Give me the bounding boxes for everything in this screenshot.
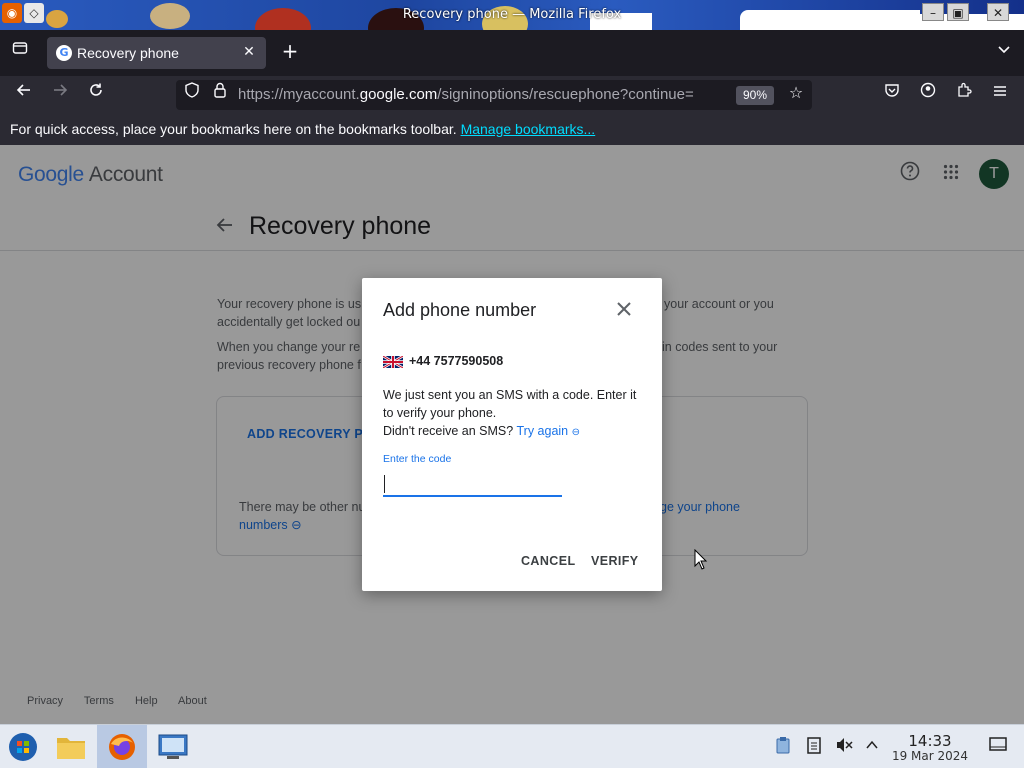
- uk-flag-icon: [383, 356, 403, 368]
- back-icon[interactable]: [10, 81, 38, 109]
- window-title: Recovery phone — Mozilla Firefox: [402, 7, 622, 22]
- external-link-icon: ⊖: [571, 427, 581, 438]
- muted-speaker-icon[interactable]: [834, 736, 854, 758]
- manage-bookmarks-link[interactable]: Manage bookmarks...: [461, 121, 596, 137]
- minimize-button[interactable]: –: [922, 3, 944, 21]
- text-caret: [384, 475, 385, 493]
- resend-prompt: Didn't receive an SMS?: [383, 424, 514, 438]
- tray-expand-icon[interactable]: [862, 736, 882, 758]
- account-icon[interactable]: [914, 81, 942, 109]
- taskbar: 14:33 19 Mar 2024: [0, 724, 1024, 768]
- forward-icon[interactable]: [46, 81, 74, 109]
- url-prefix: https://myaccount.: [238, 86, 360, 103]
- file-manager-icon[interactable]: [48, 725, 94, 768]
- tab-title: Recovery phone: [77, 45, 179, 61]
- add-phone-dialog: Add phone number +44 7577590508 We just …: [362, 278, 662, 591]
- close-icon[interactable]: [612, 298, 636, 322]
- maximize-button[interactable]: ▣: [947, 3, 969, 21]
- reload-icon[interactable]: [82, 81, 110, 109]
- bookmark-star-icon[interactable]: ☆: [782, 81, 810, 109]
- tracking-protection-shield-icon[interactable]: [178, 81, 206, 109]
- zoom-level-badge[interactable]: 90%: [736, 86, 774, 105]
- try-again-link[interactable]: Try again ⊖: [516, 424, 580, 438]
- close-window-button[interactable]: ✕: [987, 3, 1009, 21]
- system-settings-icon[interactable]: [150, 725, 196, 768]
- tab-bar: G Recovery phone ✕ +: [0, 30, 1024, 76]
- tab-recovery-phone[interactable]: G Recovery phone ✕: [47, 37, 266, 69]
- phone-number: +44 7577590508: [409, 354, 504, 368]
- navigation-bar: https://myaccount.google.com/signinoptio…: [0, 76, 1024, 114]
- firefox-taskbar-icon[interactable]: [97, 725, 147, 768]
- clock-time[interactable]: 14:33: [890, 732, 970, 750]
- verify-button[interactable]: VERIFY: [591, 554, 639, 568]
- window-titlebar: ◉ ◇ Recovery phone — Mozilla Firefox – ▣…: [0, 0, 1024, 30]
- url-text[interactable]: https://myaccount.google.com/signinoptio…: [238, 86, 726, 103]
- menu-hamburger-icon[interactable]: [986, 81, 1014, 109]
- url-path: /signinoptions/rescuephone?continue=: [437, 86, 694, 103]
- url-host: google.com: [359, 86, 438, 103]
- show-desktop-icon[interactable]: [988, 736, 1008, 758]
- extensions-icon[interactable]: [950, 81, 978, 109]
- bookmarks-hint-text: For quick access, place your bookmarks h…: [10, 121, 457, 137]
- tab-close-icon[interactable]: ✕: [238, 41, 260, 63]
- dialog-title: Add phone number: [383, 300, 537, 320]
- page-content: Google Account T Recovery phone Your reco…: [0, 145, 1024, 724]
- sms-message: We just sent you an SMS with a code. Ent…: [383, 386, 645, 442]
- mouse-pointer-icon: [694, 549, 708, 570]
- lock-icon[interactable]: [206, 81, 234, 109]
- clock-date[interactable]: 19 Mar 2024: [885, 749, 975, 763]
- clipboard-tray-icon[interactable]: [773, 736, 793, 758]
- url-bar[interactable]: https://myaccount.google.com/signinoptio…: [176, 80, 812, 110]
- firefox-view-icon[interactable]: [6, 39, 34, 67]
- code-field-label: Enter the code: [383, 453, 452, 465]
- cancel-button[interactable]: CANCEL: [521, 554, 575, 568]
- list-all-tabs-icon[interactable]: [990, 39, 1018, 67]
- start-menu-icon[interactable]: [0, 725, 46, 768]
- bookmarks-toolbar: For quick access, place your bookmarks h…: [0, 114, 1024, 145]
- code-input[interactable]: [383, 471, 562, 497]
- sms-sent-text: We just sent you an SMS with a code. Ent…: [383, 388, 637, 420]
- google-favicon-icon: G: [56, 45, 72, 61]
- notes-tray-icon[interactable]: [804, 736, 824, 758]
- pocket-icon[interactable]: [878, 81, 906, 109]
- new-tab-icon[interactable]: +: [276, 39, 304, 67]
- try-again-label: Try again: [516, 424, 569, 438]
